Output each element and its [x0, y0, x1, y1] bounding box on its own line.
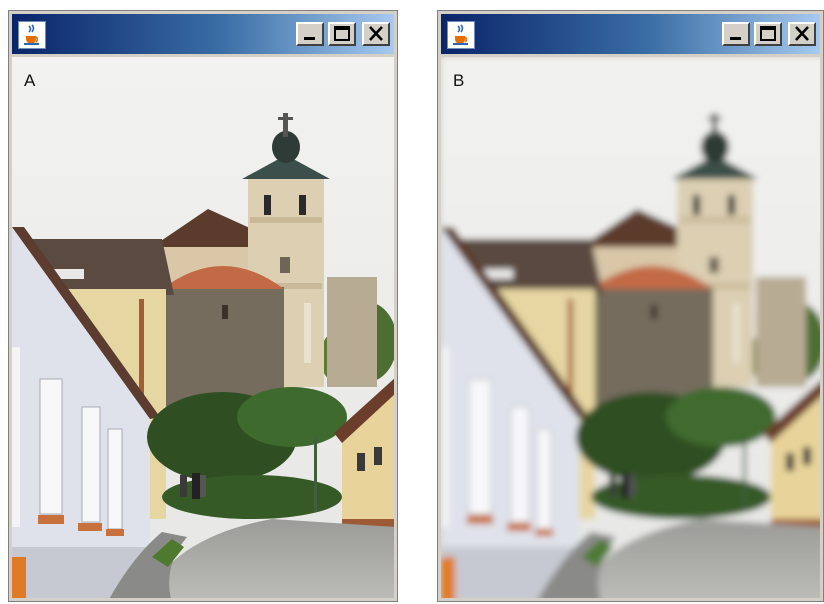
window-b: B: [437, 10, 824, 602]
java-cup-icon[interactable]: [447, 21, 475, 49]
image-panel-a: A: [12, 57, 394, 598]
title-bar[interactable]: [441, 14, 820, 54]
minimize-icon[interactable]: [722, 22, 750, 46]
photo-image: [12, 57, 394, 598]
close-icon[interactable]: [788, 22, 816, 46]
java-cup-icon[interactable]: [18, 21, 46, 49]
panel-label: B: [453, 71, 465, 90]
maximize-icon[interactable]: [328, 22, 356, 46]
blurred-photo-image: [441, 57, 820, 598]
panel-label: A: [24, 71, 36, 90]
close-icon[interactable]: [362, 22, 390, 46]
minimize-icon[interactable]: [296, 22, 324, 46]
image-panel-b: B: [441, 57, 820, 598]
window-a: A: [8, 10, 398, 602]
maximize-icon[interactable]: [754, 22, 782, 46]
title-bar[interactable]: [12, 14, 394, 54]
